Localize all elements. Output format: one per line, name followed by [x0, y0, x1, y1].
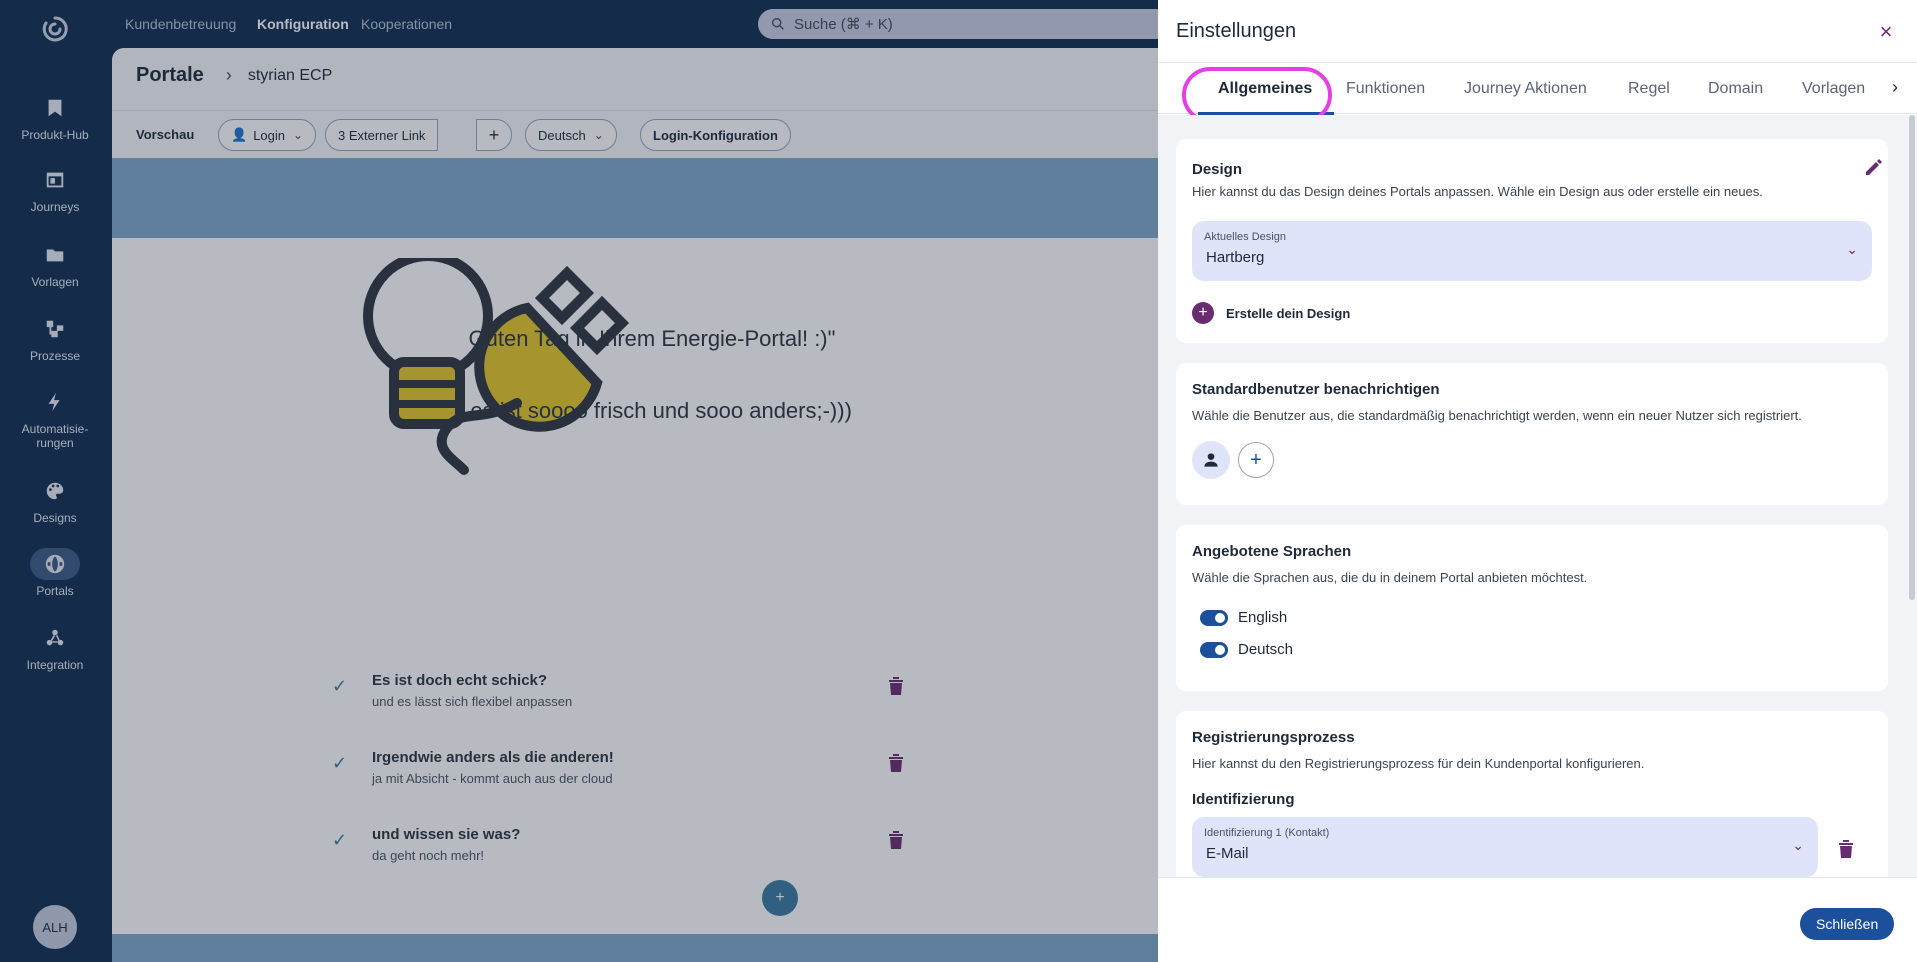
create-design-icon[interactable]: + — [1192, 302, 1214, 324]
panel-title: Einstellungen — [1176, 20, 1297, 42]
language-label: Deutsch — [1238, 641, 1294, 658]
design-select-label: Aktuelles Design — [1204, 231, 1286, 243]
notify-description: Wähle die Benutzer aus, die standardmäßi… — [1192, 408, 1802, 423]
toggle-switch-english[interactable] — [1200, 609, 1228, 626]
person-icon[interactable] — [1192, 441, 1230, 479]
scrollbar[interactable] — [1909, 115, 1915, 600]
tab-domain[interactable]: Domain — [1708, 80, 1763, 98]
identification-title: Identifizierung — [1192, 791, 1295, 808]
edit-icon[interactable] — [1864, 157, 1884, 177]
tab-funktionen[interactable]: Funktionen — [1346, 80, 1425, 98]
identification-select[interactable]: Identifizierung 1 (Kontakt) E-Mail ⌄ — [1192, 817, 1818, 877]
identification-select-value: E-Mail — [1206, 845, 1249, 862]
languages-title: Angebotene Sprachen — [1192, 543, 1352, 560]
chevron-down-icon: ⌄ — [1792, 837, 1804, 853]
language-label: English — [1238, 609, 1288, 626]
close-button[interactable]: Schließen — [1800, 908, 1895, 940]
registration-card: Registrierungsprozess Hier kannst du den… — [1176, 711, 1888, 877]
design-select[interactable]: Aktuelles Design Hartberg ⌄ — [1192, 221, 1872, 281]
design-select-value: Hartberg — [1206, 249, 1265, 266]
registration-description: Hier kannst du den Registrierungsprozess… — [1192, 756, 1645, 771]
languages-card: Angebotene Sprachen Wähle die Sprachen a… — [1176, 525, 1888, 691]
tab-regel[interactable]: Regel — [1628, 80, 1670, 98]
registration-title: Registrierungsprozess — [1192, 729, 1355, 746]
toggle-switch-deutsch[interactable] — [1200, 641, 1228, 658]
design-title: Design — [1192, 161, 1243, 178]
settings-panel: Einstellungen × Allgemeines Funktionen J… — [1158, 0, 1917, 962]
design-description: Hier kannst du das Design deines Portals… — [1192, 184, 1763, 199]
notify-title: Standardbenutzer benachrichtigen — [1192, 381, 1440, 398]
trash-icon[interactable] — [1838, 839, 1854, 859]
close-icon[interactable]: × — [1872, 18, 1900, 46]
tab-vorlagen[interactable]: Vorlagen — [1802, 80, 1865, 98]
design-card: Design Hier kannst du das Design deines … — [1176, 139, 1888, 343]
notify-card: Standardbenutzer benachrichtigen Wähle d… — [1176, 363, 1888, 505]
add-user-button[interactable]: + — [1238, 442, 1274, 478]
plus-icon: + — [1250, 448, 1262, 471]
panel-footer: Schließen — [1158, 877, 1917, 962]
settings-tabs: Allgemeines Funktionen Journey Aktionen … — [1158, 62, 1917, 123]
tab-journey-aktionen[interactable]: Journey Aktionen — [1464, 80, 1587, 98]
languages-description: Wähle die Sprachen aus, die du in deinem… — [1192, 570, 1588, 585]
chevron-right-icon[interactable]: › — [1892, 77, 1898, 98]
create-design-link[interactable]: Erstelle dein Design — [1226, 306, 1350, 321]
identification-select-label: Identifizierung 1 (Kontakt) — [1204, 827, 1330, 839]
settings-content[interactable]: Design Hier kannst du das Design deines … — [1158, 115, 1917, 877]
language-toggle-row: Deutsch — [1200, 641, 1293, 658]
chevron-down-icon: ⌄ — [1846, 241, 1858, 257]
language-toggle-row: English — [1200, 609, 1287, 626]
